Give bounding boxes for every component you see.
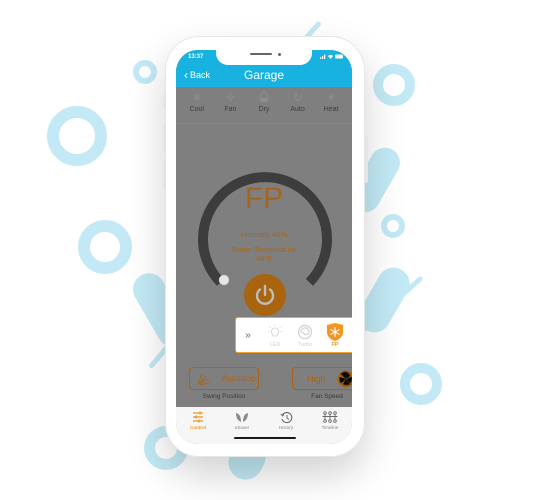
mode-label: Auto [290,106,305,113]
feature-label: LED [269,342,281,348]
tab-label: eSaver [234,425,250,430]
fan-speed-value: High [307,373,326,384]
deco-ring [78,220,132,274]
deco-ring [381,214,405,238]
dial-handle[interactable] [218,274,230,286]
page-title: Garage [243,68,285,82]
feature-popup: » LED Turbo FP [235,317,352,353]
mode-heat[interactable]: ☀ Heat [314,90,348,123]
swing-icon [197,373,210,385]
bulb-icon [260,322,290,342]
mode-label: Cool [189,106,204,113]
mode-selector: ❄ Cool ✢ Fan Dry ↻ Auto ☀ Heat [176,90,352,124]
power-button[interactable] [244,274,286,316]
tab-label: History [278,425,293,430]
swing-position-label: Swing Position [202,393,246,400]
phone-side-button [163,160,166,190]
speaker [250,53,272,55]
sun-icon: ☀ [326,92,337,104]
mode-cool[interactable]: ❄ Cool [180,90,214,123]
deco-ring [133,60,157,84]
swing-value: Auto/stop [222,374,256,383]
tab-label: Timeline [321,425,339,430]
feature-label: FP [331,342,339,348]
nav-header: 13:37 ‹ Back Garage [176,50,352,87]
deco-ring [400,363,442,405]
feature-turbo[interactable]: Turbo [290,322,320,348]
room-temp-label: Room Temperature [231,245,297,254]
humidity-readout: Humidity 46% [240,230,288,239]
mode-auto[interactable]: ↻ Auto [281,90,315,123]
signal-wifi-battery-icon [320,54,343,59]
status-time: 13:37 [188,54,204,60]
notch [216,50,312,65]
deco-ring [373,64,415,106]
feature-label: Turbo [297,342,313,348]
swirl-icon [290,322,320,342]
tab-timeline[interactable]: Timeline [310,410,350,444]
droplet-icon [247,90,281,106]
swing-position-button[interactable]: Auto/stop [189,367,259,390]
fan-speed-button[interactable]: High [292,367,352,390]
timeline-icon [310,410,350,424]
snowflake-icon: ❄ [192,92,202,104]
leaf-icon [222,410,262,424]
tab-label: Control [190,425,206,430]
fan-icon [337,370,352,387]
sliders-icon [178,410,218,424]
room-temp-value: 46°F [256,254,272,263]
app-screen: 13:37 ‹ Back Garage ❄ Cool ✢ Fan Dry ↻ A… [176,50,352,444]
mode-label: Heat [323,106,339,113]
fan-speed-label: Fan Speed [311,393,343,400]
feature-led[interactable]: LED [260,322,290,348]
camera [278,53,281,56]
power-icon [255,284,275,305]
deco-ring [47,106,107,166]
home-indicator [234,437,296,439]
phone-side-button [163,123,166,153]
room-temperature-readout: Room Temperature 46°F [176,245,352,263]
mode-fan[interactable]: ✢ Fan [214,90,248,123]
status-icons [320,53,344,62]
shield-snowflake-icon [320,322,350,342]
phone-side-button [163,95,166,107]
feature-fp[interactable]: FP [320,322,350,348]
mode-dry[interactable]: Dry [247,90,281,123]
fan-icon: ✢ [225,92,235,104]
cycle-icon: ↻ [292,92,303,104]
expand-chevron-icon[interactable]: » [236,330,260,341]
mode-label: Dry [258,106,270,113]
mode-label: Fan [224,106,237,113]
phone-side-button [365,135,368,183]
history-icon [266,410,306,424]
tab-control[interactable]: Control [178,410,218,444]
mode-display: FP [244,182,284,215]
